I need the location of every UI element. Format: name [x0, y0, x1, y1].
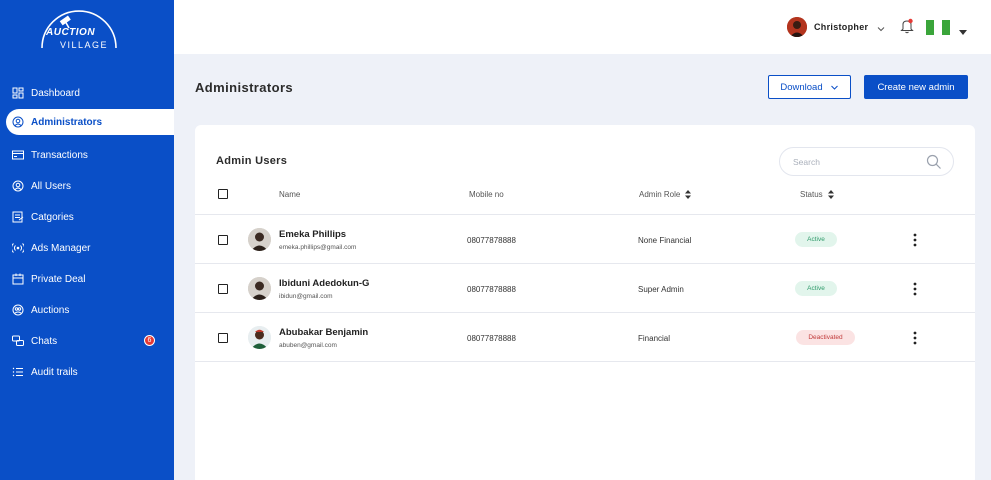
- sidebar-item-audit-trails[interactable]: Audit trails: [0, 359, 174, 385]
- broadcast-icon: [12, 242, 24, 254]
- column-header-role[interactable]: Admin Role: [639, 190, 692, 199]
- page-title: Administrators: [195, 80, 294, 95]
- auction-village-logo[interactable]: AUCTION VILLAGE: [38, 10, 120, 52]
- user-icon: [12, 180, 24, 192]
- row-checkbox[interactable]: [218, 235, 228, 245]
- column-header-role-label: Admin Role: [639, 190, 681, 199]
- more-options-icon[interactable]: [912, 331, 918, 345]
- sidebar-item-all-users[interactable]: All Users: [0, 173, 174, 199]
- sidebar-item-transactions[interactable]: Transactions: [0, 142, 174, 168]
- notification-bell-icon[interactable]: [900, 18, 914, 34]
- admin-mobile: 08077878888: [467, 285, 516, 294]
- card-icon: [12, 149, 24, 161]
- admin-avatar: [248, 228, 271, 251]
- flag-stripe-middle: [934, 20, 942, 35]
- download-button[interactable]: Download: [768, 75, 851, 99]
- sidebar-item-dashboard[interactable]: Dashboard: [0, 80, 174, 106]
- logo-text-auction: AUCTION: [46, 27, 96, 38]
- admin-name: Abubakar Benjamin: [279, 327, 369, 338]
- search-placeholder: Search: [793, 157, 820, 167]
- admin-role: None Financial: [638, 236, 692, 245]
- admin-avatar: [248, 277, 271, 300]
- sidebar-item-auctions[interactable]: Auctions: [0, 297, 174, 323]
- admin-role: Super Admin: [638, 285, 684, 294]
- more-options-icon[interactable]: [912, 282, 918, 296]
- table-row[interactable]: Emeka Phillips emeka.phillips@gmail.com …: [195, 215, 975, 264]
- sidebar-item-label: Chats: [31, 335, 58, 347]
- admin-mobile: 08077878888: [467, 236, 516, 245]
- sidebar-item-label: Audit trails: [31, 366, 78, 378]
- column-header-mobile-label: Mobile no: [469, 190, 504, 199]
- chat-count-badge: 6: [144, 335, 155, 346]
- admin-mobile: 08077878888: [467, 334, 516, 343]
- row-checkbox[interactable]: [218, 284, 228, 294]
- sidebar-item-label: Administrators: [31, 116, 103, 128]
- sidebar-item-private-deal[interactable]: Private Deal: [0, 266, 174, 292]
- sidebar-item-label: Private Deal: [31, 273, 86, 285]
- row-checkbox[interactable]: [218, 333, 228, 343]
- flag-stripe-left: [926, 20, 934, 35]
- status-badge: Active: [795, 281, 837, 296]
- nigeria-flag-icon[interactable]: [926, 20, 950, 35]
- table-row[interactable]: Ibiduni Adedokun-G ibidun@gmail.com 0807…: [195, 264, 975, 313]
- table-row[interactable]: Abubakar Benjamin abuben@gmail.com 08077…: [195, 313, 975, 362]
- sidebar-item-ads-manager[interactable]: Ads Manager: [0, 235, 174, 261]
- admin-name: Ibiduni Adedokun-G: [279, 278, 370, 289]
- admin-avatar: [248, 326, 271, 349]
- sidebar-item-categories[interactable]: Catgories: [0, 204, 174, 230]
- admin-email: emeka.phillips@gmail.com: [279, 244, 357, 251]
- table-title: Admin Users: [216, 155, 288, 167]
- column-header-status[interactable]: Status: [800, 190, 834, 199]
- more-options-icon[interactable]: [912, 233, 918, 247]
- sidebar-item-label: Transactions: [31, 149, 88, 161]
- chevron-down-icon: [830, 85, 838, 90]
- sidebar-item-label: Catgories: [31, 211, 74, 223]
- top-bar: Christopher: [174, 0, 991, 54]
- chat-icon: [12, 335, 24, 347]
- column-header-name: Name: [279, 190, 300, 199]
- admin-name: Emeka Phillips: [279, 229, 347, 240]
- sidebar-item-label: Ads Manager: [31, 242, 91, 254]
- caret-down-icon[interactable]: [959, 23, 967, 35]
- sort-icon[interactable]: [827, 190, 834, 199]
- user-avatar[interactable]: [787, 17, 807, 37]
- sort-icon[interactable]: [685, 190, 692, 199]
- search-icon[interactable]: [926, 154, 942, 170]
- column-header-status-label: Status: [800, 190, 823, 199]
- user-circle-icon: [12, 116, 24, 128]
- download-button-label: Download: [780, 81, 823, 93]
- flag-stripe-right: [942, 20, 950, 35]
- sidebar-item-chats[interactable]: Chats 6: [0, 328, 174, 354]
- admin-role: Financial: [638, 334, 671, 343]
- admin-email: abuben@gmail.com: [279, 342, 337, 349]
- select-all-checkbox[interactable]: [218, 189, 228, 199]
- list-icon: [12, 366, 24, 378]
- sidebar-item-label: Auctions: [31, 304, 70, 316]
- admin-email: ibidun@gmail.com: [279, 293, 333, 300]
- column-header-name-label: Name: [279, 190, 301, 199]
- dashboard-icon: [12, 87, 24, 99]
- sidebar-item-administrators[interactable]: Administrators: [6, 109, 174, 135]
- category-icon: [12, 211, 24, 223]
- chevron-down-icon[interactable]: [876, 21, 886, 32]
- auction-icon: [12, 304, 24, 316]
- sidebar-item-label: Dashboard: [31, 87, 80, 99]
- logo-text-village: VILLAGE: [60, 40, 109, 50]
- sidebar-item-label: All Users: [31, 180, 72, 192]
- sidebar: AUCTION VILLAGE Dashboard Administrators…: [0, 0, 174, 480]
- search-input[interactable]: Search: [779, 147, 954, 176]
- create-new-admin-button[interactable]: Create new admin: [864, 75, 968, 99]
- calendar-icon: [12, 273, 24, 285]
- status-badge: Active: [795, 232, 837, 247]
- user-name[interactable]: Christopher: [814, 22, 868, 32]
- column-header-mobile: Mobile no: [469, 190, 504, 199]
- status-badge: Deactivated: [796, 330, 855, 345]
- admin-users-card: Admin Users Search Name Mobile no Admin …: [195, 125, 975, 480]
